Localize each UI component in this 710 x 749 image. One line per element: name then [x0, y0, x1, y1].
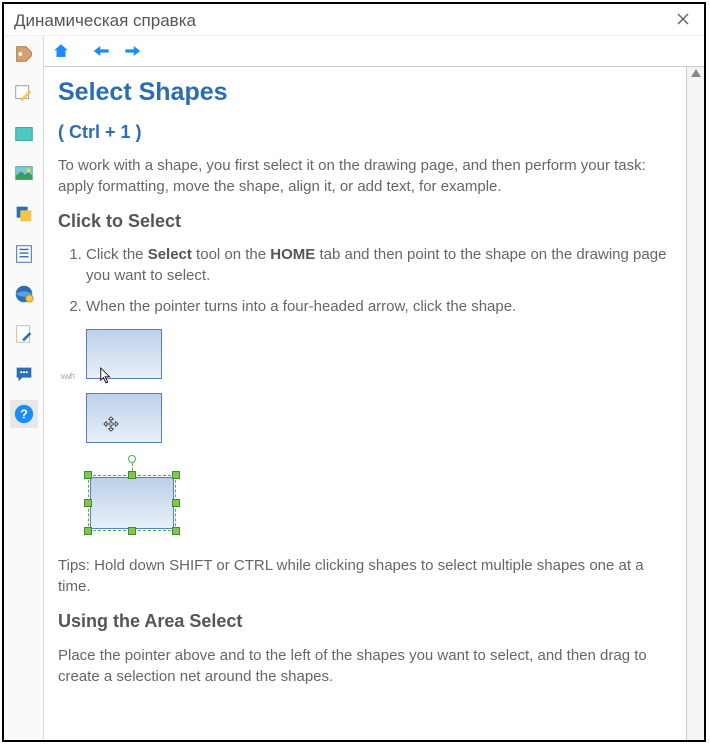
page-edit-icon	[13, 323, 35, 345]
image-icon	[13, 163, 35, 185]
window-title: Динамическая справка	[14, 11, 196, 31]
section-click-title: Click to Select	[58, 209, 672, 234]
list-icon	[13, 243, 35, 265]
help-content: Select Shapes ( Ctrl + 1 ) To work with …	[44, 67, 686, 740]
globe-icon	[13, 283, 35, 305]
handle-bl	[84, 527, 92, 535]
handle-br	[172, 527, 180, 535]
rotation-handle	[128, 455, 136, 463]
step1-b2: HOME	[270, 246, 315, 263]
section-area-body: Place the pointer above and to the left …	[58, 645, 672, 687]
close-button[interactable]	[672, 10, 694, 31]
sidebar-page-edit[interactable]	[10, 320, 38, 348]
topic-shortcut: ( Ctrl + 1 )	[58, 120, 672, 145]
demo-hover: wvh	[86, 329, 672, 379]
help-panel: Динамическая справка ?	[2, 2, 706, 742]
step1-pre: Click the	[86, 246, 148, 263]
home-button[interactable]	[50, 40, 72, 62]
cursor-move-icon	[103, 416, 119, 432]
section-area-title: Using the Area Select	[58, 609, 672, 634]
handle-tm	[128, 471, 136, 479]
edit-icon	[13, 83, 35, 105]
sidebar-shape[interactable]	[10, 120, 38, 148]
home-icon	[52, 42, 70, 60]
sidebar-help[interactable]: ?	[10, 400, 38, 428]
sidebar-globe[interactable]	[10, 280, 38, 308]
cursor-arrow-icon	[99, 366, 113, 384]
handle-bm	[128, 527, 136, 535]
handle-mr	[172, 499, 180, 507]
tag-icon	[13, 43, 35, 65]
step1-b1: Select	[148, 246, 192, 263]
close-icon	[676, 12, 690, 26]
arrow-right-icon	[122, 43, 142, 59]
topic-intro: To work with a shape, you first select i…	[58, 155, 672, 197]
help-icon: ?	[13, 403, 35, 425]
content-wrap: Select Shapes ( Ctrl + 1 ) To work with …	[44, 36, 704, 740]
step-1: Click the Select tool on the HOME tab an…	[86, 244, 672, 286]
topic-title: Select Shapes	[58, 75, 672, 110]
sidebar-edit[interactable]	[10, 80, 38, 108]
tips-text: Tips: Hold down SHIFT or CTRL while clic…	[58, 555, 672, 597]
chat-icon	[13, 363, 35, 385]
arrow-left-icon	[92, 43, 112, 59]
svg-text:?: ?	[20, 407, 28, 422]
back-button[interactable]	[90, 41, 114, 61]
shape-icon	[13, 123, 35, 145]
sidebar-layers[interactable]	[10, 200, 38, 228]
demo-selected	[86, 457, 182, 541]
selection-border	[88, 475, 176, 531]
handle-tl	[84, 471, 92, 479]
help-toolbar	[44, 36, 704, 67]
sidebar-tag[interactable]	[10, 40, 38, 68]
step-2: When the pointer turns into a four-heade…	[86, 296, 672, 317]
panel-body: ? Select Shapes ( Ctrl + 1 ) To work wit…	[4, 36, 704, 740]
handle-tr	[172, 471, 180, 479]
forward-button[interactable]	[120, 41, 144, 61]
scroll-up-icon	[691, 69, 701, 77]
titlebar: Динамическая справка	[4, 4, 704, 36]
scrollbar[interactable]	[686, 67, 704, 740]
cursor-trail: wvh	[61, 370, 74, 383]
sidebar-image[interactable]	[10, 160, 38, 188]
step1-mid: tool on the	[192, 246, 270, 263]
sidebar-chat[interactable]	[10, 360, 38, 388]
layers-icon	[13, 203, 35, 225]
demo-rect-2	[86, 393, 162, 443]
content-scroll: Select Shapes ( Ctrl + 1 ) To work with …	[44, 67, 704, 740]
demo-move	[86, 393, 672, 443]
sidebar-list[interactable]	[10, 240, 38, 268]
handle-ml	[84, 499, 92, 507]
demo-rect-1: wvh	[86, 329, 162, 379]
sidebar: ?	[4, 36, 44, 740]
steps-list: Click the Select tool on the HOME tab an…	[58, 244, 672, 317]
